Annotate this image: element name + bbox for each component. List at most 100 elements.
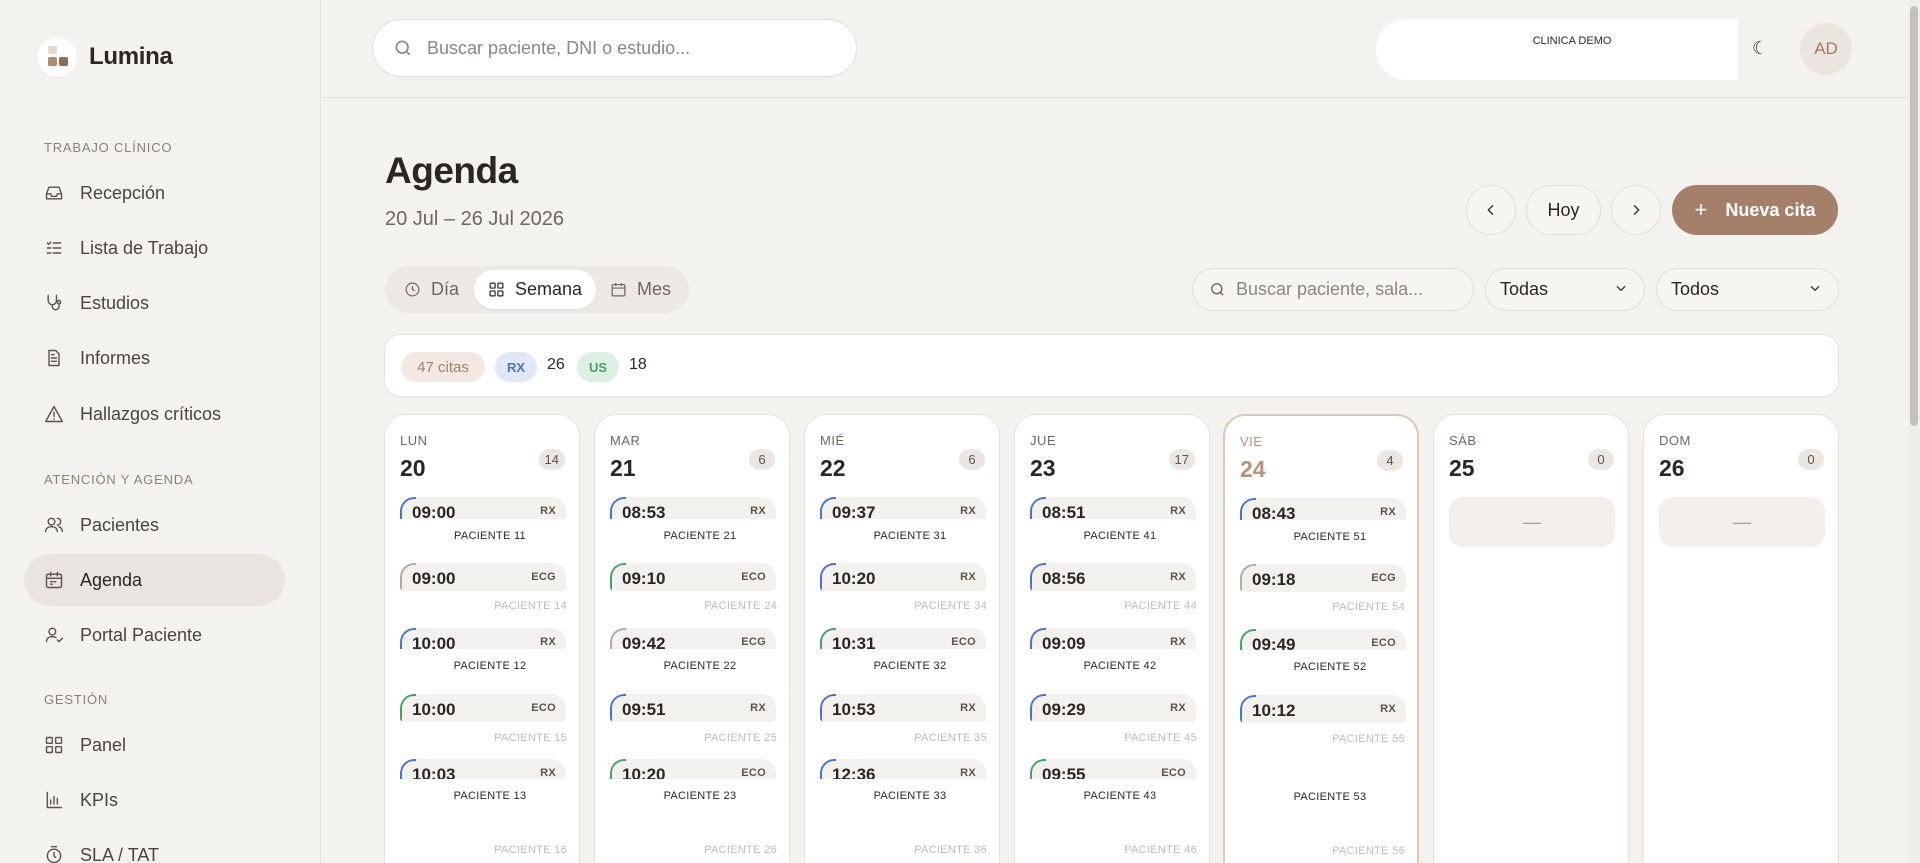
global-search-input[interactable]: [427, 37, 827, 59]
appointment-card[interactable]: 09:10 ECO: [610, 563, 776, 591]
patient-name-band[interactable]: PACIENTE 31: [805, 519, 999, 555]
appointment-modality: RX: [1380, 506, 1396, 518]
patient-name-band[interactable]: PACIENTE 53: [1225, 780, 1417, 816]
sidebar-item-label: Agenda: [80, 569, 143, 590]
appointment-modality: RX: [750, 702, 766, 714]
clinic-name: CLINICA DEMO: [1532, 35, 1612, 47]
patient-name-band[interactable]: PACIENTE 52: [1225, 650, 1417, 686]
appointment-card[interactable]: 10:53 RX: [820, 694, 986, 722]
agenda-search[interactable]: [1192, 268, 1474, 311]
appointment-card[interactable]: 09:00 ECG: [400, 563, 566, 591]
new-appointment-button[interactable]: + Nueva cita: [1672, 185, 1838, 235]
patient-name-secondary: PACIENTE 24: [704, 600, 777, 612]
rx-count: 26: [547, 356, 565, 373]
day-column-22: MIÉ 22 6 09:37 RX 10:20 RX 10:31 ECO 10:53 RX 12:36…: [804, 414, 1000, 863]
sidebar-item-recepcion[interactable]: Recepción: [24, 167, 285, 219]
theme-toggle-icon[interactable]: ☾: [1752, 38, 1768, 59]
day-count-badge: 17: [1168, 449, 1195, 470]
sidebar-item-panel[interactable]: Panel: [24, 719, 285, 771]
patient-name-secondary: PACIENTE 34: [914, 600, 987, 612]
appointment-card[interactable]: 10:00 ECO: [400, 694, 566, 722]
appointment-card[interactable]: 09:51 RX: [610, 694, 776, 722]
patient-name: PACIENTE 52: [1293, 661, 1367, 673]
stethoscope-icon: [47, 294, 62, 311]
next-week-button[interactable]: [1611, 185, 1661, 235]
clinic-badge[interactable]: CLINICA DEMO: [1376, 19, 1738, 80]
patient-name-band[interactable]: PACIENTE 43: [1015, 779, 1209, 815]
empty-day-slot[interactable]: —: [1659, 497, 1825, 547]
grid-icon: [489, 282, 504, 297]
patient-name-band[interactable]: PACIENTE 23: [595, 779, 789, 815]
type-select[interactable]: Todos: [1656, 268, 1839, 311]
prev-week-button[interactable]: [1466, 185, 1516, 235]
us-badge: US: [577, 352, 619, 382]
today-button[interactable]: Hoy: [1526, 185, 1601, 235]
sidebar-item-label: Estudios: [80, 292, 150, 313]
appointment-card[interactable]: 10:20 RX: [820, 563, 986, 591]
appointment-time: 08:56: [1042, 569, 1086, 588]
appointment-modality: RX: [1380, 703, 1396, 715]
patient-name-band[interactable]: PACIENTE 41: [1015, 519, 1209, 555]
room-select[interactable]: Todas: [1485, 268, 1645, 311]
patient-name-band[interactable]: PACIENTE 51: [1225, 520, 1417, 556]
sidebar-item-estudios[interactable]: Estudios: [24, 277, 285, 329]
patient-name-band[interactable]: PACIENTE 22: [595, 649, 789, 685]
sidebar-item-label: SLA / TAT: [80, 844, 160, 863]
appointment-modality: ECO: [1161, 767, 1186, 779]
users-icon: [44, 517, 64, 533]
sidebar-item-lista-de-trabajo[interactable]: Lista de Trabajo: [24, 222, 285, 274]
rx-badge: RX: [495, 352, 537, 382]
appointment-card[interactable]: 09:29 RX: [1030, 694, 1196, 722]
appointment-modality: RX: [960, 571, 976, 583]
type-select-value: Todos: [1671, 279, 1720, 299]
sidebar-item-label: KPIs: [80, 789, 119, 810]
calendar-icon: [45, 571, 63, 589]
appointment-modality: RX: [540, 505, 556, 517]
day-number: 24: [1240, 456, 1266, 482]
patient-name-band[interactable]: PACIENTE 11: [385, 519, 579, 555]
avatar[interactable]: AD: [1800, 23, 1852, 75]
patient-name-band[interactable]: PACIENTE 32: [805, 649, 999, 685]
view-month[interactable]: Mes: [596, 270, 685, 309]
empty-day-slot[interactable]: —: [1449, 497, 1615, 547]
sidebar-item-informes[interactable]: Informes: [24, 332, 285, 384]
patient-name-band[interactable]: PACIENTE 33: [805, 779, 999, 815]
patient-name-secondary: PACIENTE 56: [1332, 845, 1405, 857]
sidebar-item-agenda[interactable]: Agenda: [24, 554, 285, 606]
appointment-modality: RX: [960, 702, 976, 714]
day-name: MAR: [610, 433, 641, 448]
day-column-25: SÁB 25 0 —: [1433, 414, 1629, 863]
appointment-card[interactable]: 10:12 RX: [1240, 695, 1406, 723]
day-count-badge: 6: [749, 449, 775, 470]
patient-name-secondary: PACIENTE 26: [704, 844, 777, 856]
agenda-search-input[interactable]: [1236, 279, 1466, 300]
patient-name: PACIENTE 22: [663, 660, 737, 672]
sidebar-item-pacientes[interactable]: Pacientes: [24, 499, 285, 551]
sidebar-item-hallazgos-criticos[interactable]: Hallazgos críticos: [24, 388, 285, 440]
patient-name-band[interactable]: PACIENTE 42: [1015, 649, 1209, 685]
patient-name-secondary: PACIENTE 14: [494, 600, 567, 612]
summary-bar: 47 citas RX 26 US 18: [384, 334, 1839, 397]
day-number: 25: [1449, 455, 1475, 481]
global-search[interactable]: [372, 19, 857, 77]
sidebar-item-kpis[interactable]: KPIs: [24, 774, 285, 826]
user-portal-icon: [45, 627, 64, 643]
patient-name-band[interactable]: PACIENTE 13: [385, 779, 579, 815]
brand[interactable]: Lumina: [37, 37, 173, 77]
appointment-card[interactable]: 08:56 RX: [1030, 563, 1196, 591]
view-day[interactable]: Día: [390, 270, 473, 309]
sidebar-item-portal-paciente[interactable]: Portal Paciente: [24, 609, 285, 661]
topbar: CLINICA DEMO ☾ AD: [322, 0, 1912, 98]
view-week[interactable]: Semana: [474, 270, 597, 309]
patient-name: PACIENTE 12: [453, 660, 527, 672]
sidebar-item-sla-tat[interactable]: SLA / TAT: [24, 829, 285, 863]
appointment-time: 09:00: [412, 569, 456, 588]
patient-name-band[interactable]: PACIENTE 21: [595, 519, 789, 555]
appointment-modality: RX: [750, 505, 766, 517]
patient-name: PACIENTE 13: [453, 790, 527, 802]
patient-name-band[interactable]: PACIENTE 12: [385, 649, 579, 685]
appointment-time: 10:53: [832, 700, 876, 719]
appointment-card[interactable]: 09:18 ECG: [1240, 564, 1406, 592]
appointment-modality: ECO: [531, 702, 556, 714]
scrollbar-thumb[interactable]: [1910, 6, 1918, 426]
